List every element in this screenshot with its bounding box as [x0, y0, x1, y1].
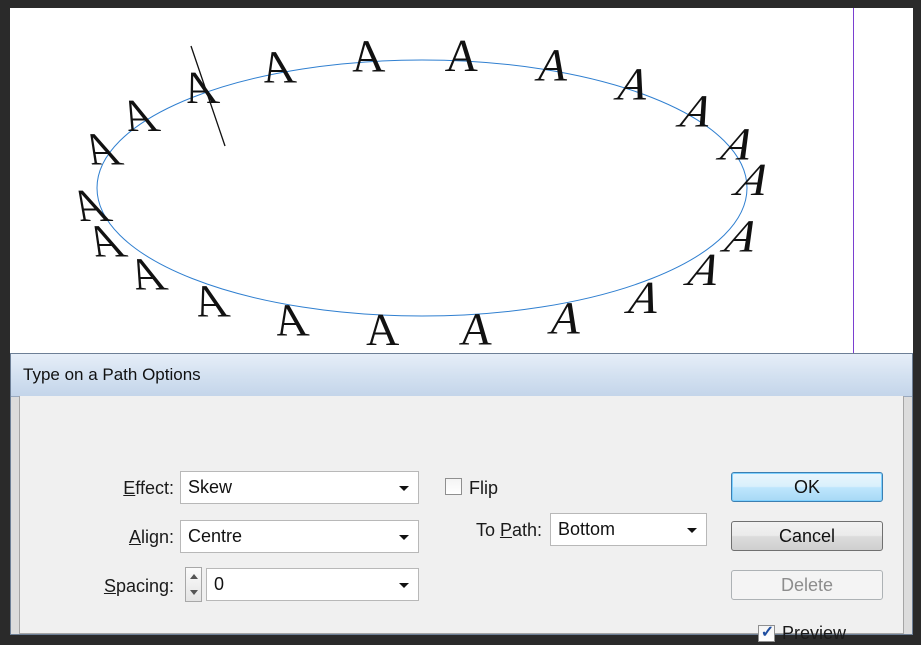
effect-dropdown[interactable]: Skew — [180, 471, 419, 504]
path-glyph: A — [620, 273, 670, 324]
path-glyph: A — [269, 296, 313, 347]
path-glyph: A — [678, 245, 734, 296]
checkmark-icon: ✓ — [760, 624, 775, 641]
margin-guide — [853, 8, 854, 353]
flip-checkbox[interactable] — [445, 478, 462, 495]
path-glyph: A — [255, 43, 299, 93]
align-value: Centre — [188, 526, 243, 546]
align-label: Align: — [128, 527, 174, 547]
spacing-dropdown[interactable]: 0 — [206, 568, 419, 601]
stepper-down-icon[interactable] — [190, 590, 198, 595]
type-on-path-options-dialog: Type on a Path Options Effect: Skew Alig… — [10, 353, 913, 643]
path-glyph: A — [111, 91, 167, 142]
path-glyph: A — [544, 294, 588, 344]
path-glyph: A — [364, 304, 400, 353]
dialog-body: Effect: Skew Align: Centre Spacing: 0 Fl… — [19, 396, 904, 643]
to-path-value: Bottom — [558, 519, 616, 539]
stepper-up-icon[interactable] — [190, 574, 198, 579]
to-path-dropdown[interactable]: Bottom — [550, 513, 707, 546]
delete-button[interactable]: Delete — [731, 570, 883, 600]
path-glyph: A — [59, 180, 120, 231]
preview-checkbox[interactable]: ✓ — [758, 624, 775, 642]
to-path-label: To Path: — [475, 520, 542, 540]
path-glyph: A — [670, 86, 725, 137]
path-glyph: A — [71, 123, 131, 175]
spacing-value: 0 — [214, 574, 225, 594]
path-glyph: A — [185, 277, 235, 328]
cancel-button[interactable]: Cancel — [731, 521, 883, 551]
path-glyph: A — [609, 60, 659, 111]
chevron-down-icon — [399, 486, 409, 491]
effect-value: Skew — [188, 477, 233, 497]
document-canvas[interactable]: AAAAAAAAAAAAAAAAAAAAAA — [10, 8, 913, 353]
flip-label[interactable]: Flip — [469, 478, 498, 499]
dialog-titlebar[interactable]: Type on a Path Options — [11, 354, 912, 397]
preview-label[interactable]: Preview — [782, 623, 846, 644]
path-glyph: A — [444, 30, 480, 81]
dialog-title: Type on a Path Options — [23, 365, 201, 384]
path-glyph: A — [532, 41, 576, 92]
spacing-label: Spacing: — [103, 576, 174, 596]
effect-label: Effect: — [123, 478, 174, 498]
spacing-stepper[interactable] — [185, 567, 202, 602]
path-glyph: A — [458, 303, 495, 353]
ok-button[interactable]: OK — [731, 472, 883, 502]
chevron-down-icon — [399, 535, 409, 540]
type-on-path-artwork[interactable]: A A A A AAAAAAAAAAAAAAAAAA — [10, 8, 913, 353]
chevron-down-icon — [399, 583, 409, 588]
path-glyph: A — [349, 31, 386, 82]
chevron-down-icon — [687, 528, 697, 533]
align-dropdown[interactable]: Centre — [180, 520, 419, 553]
